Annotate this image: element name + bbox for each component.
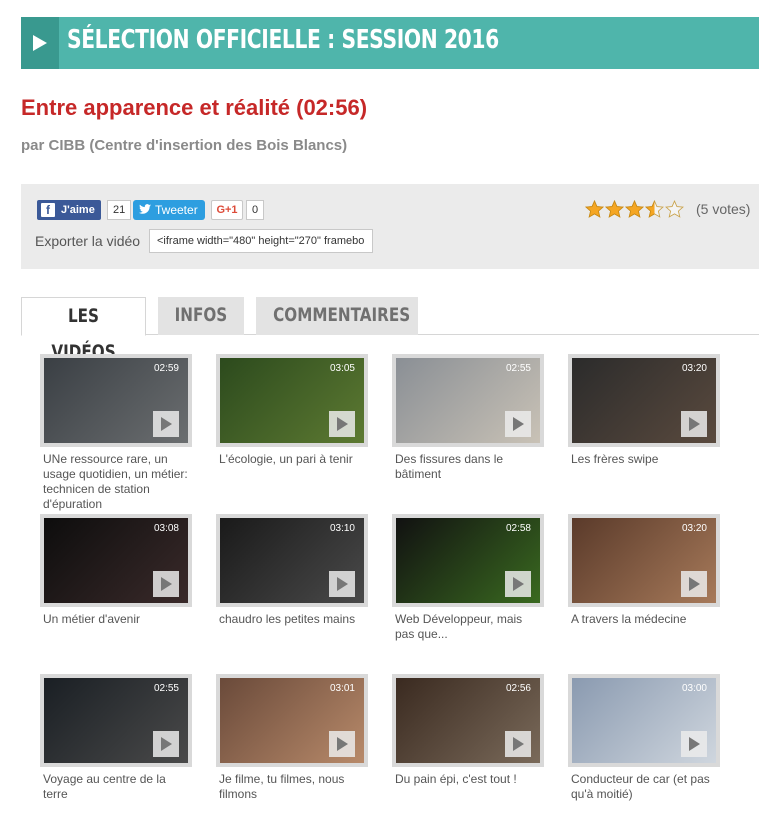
tab-commentaires[interactable]: COMMENTAIRES: [256, 297, 418, 335]
share-bar: f J'aime 21 Tweeter G+1 0 Exporter la vi…: [21, 184, 759, 269]
star-icon[interactable]: [585, 200, 604, 218]
thumbnail-image: 03:08: [44, 518, 188, 603]
play-icon[interactable]: [329, 571, 355, 597]
thumbnail-image: 02:58: [396, 518, 540, 603]
tab-infos[interactable]: INFOS: [158, 297, 244, 335]
thumbnail-image: 02:55: [396, 358, 540, 443]
thumbnail-image: 03:20: [572, 518, 716, 603]
video-title-link[interactable]: Conducteur de car (et pas qu'à moitié): [571, 772, 717, 802]
play-icon[interactable]: [153, 571, 179, 597]
play-icon[interactable]: [505, 571, 531, 597]
video-thumbnail[interactable]: 03:20: [568, 514, 720, 607]
play-icon: [21, 17, 59, 69]
rating-stars[interactable]: [585, 200, 684, 218]
thumbnail-image: 03:00: [572, 678, 716, 763]
google-plus-count: 0: [246, 200, 265, 220]
export-embed-code-input[interactable]: [149, 229, 373, 253]
video-duration: 02:55: [505, 363, 531, 374]
video-thumbnail[interactable]: 03:08: [40, 514, 192, 607]
video-duration: 03:20: [681, 523, 707, 534]
facebook-like-count: 21: [107, 200, 132, 220]
facebook-like-button[interactable]: f J'aime: [37, 200, 101, 220]
video-duration: 02:55: [153, 683, 179, 694]
thumbnail-image: 03:20: [572, 358, 716, 443]
play-icon[interactable]: [505, 731, 531, 757]
video-thumbnail[interactable]: 03:10: [216, 514, 368, 607]
star-icon[interactable]: [605, 200, 624, 218]
tweet-button[interactable]: Tweeter: [133, 200, 205, 220]
video-title-link[interactable]: Les frères swipe: [571, 452, 717, 467]
video-duration: 03:01: [329, 683, 355, 694]
video-thumbnail[interactable]: 02:56: [392, 674, 544, 767]
video-thumbnail[interactable]: 03:01: [216, 674, 368, 767]
thumbnail-image: 02:56: [396, 678, 540, 763]
video-title-link[interactable]: Des fissures dans le bâtiment: [395, 452, 541, 482]
video-title-link[interactable]: A travers la médecine: [571, 612, 717, 627]
export-label: Exporter la vidéo: [35, 233, 141, 249]
play-icon[interactable]: [505, 411, 531, 437]
facebook-icon: f: [41, 203, 55, 217]
video-title-link[interactable]: Web Développeur, mais pas que...: [395, 612, 541, 642]
video-duration: 03:05: [329, 363, 355, 374]
rating: (5 votes): [585, 200, 750, 218]
video-title-link[interactable]: L'écologie, un pari à tenir: [219, 452, 365, 467]
video-thumbnail[interactable]: 03:20: [568, 354, 720, 447]
video-title-link[interactable]: UNe ressource rare, un usage quotidien, …: [43, 452, 189, 512]
tab-label: COMMENTAIRES: [273, 304, 411, 326]
video-duration: 03:10: [329, 523, 355, 534]
video-title-link[interactable]: Je filme, tu filmes, nous filmons: [219, 772, 365, 802]
video-thumbnail[interactable]: 02:55: [392, 354, 544, 447]
video-title-link[interactable]: chaudro les petites mains: [219, 612, 365, 627]
play-icon[interactable]: [329, 731, 355, 757]
play-icon[interactable]: [329, 411, 355, 437]
thumbnail-image: 03:01: [220, 678, 364, 763]
banner-title: SÉLECTION OFFICIELLE : SESSION 2016: [67, 25, 499, 55]
star-icon[interactable]: [625, 200, 644, 218]
video-thumbnail[interactable]: 03:05: [216, 354, 368, 447]
video-thumbnail[interactable]: 02:59: [40, 354, 192, 447]
tweet-label: Tweeter: [155, 203, 198, 217]
google-plus-button[interactable]: G+1: [211, 200, 243, 220]
tab-label: INFOS: [174, 304, 228, 326]
video-title-link[interactable]: Voyage au centre de la terre: [43, 772, 189, 802]
section-banner: SÉLECTION OFFICIELLE : SESSION 2016: [21, 17, 759, 69]
video-duration: 03:00: [681, 683, 707, 694]
tab-les-videos[interactable]: LES VIDÉOS: [21, 297, 146, 363]
video-thumbnail[interactable]: 03:00: [568, 674, 720, 767]
thumbnail-image: 03:05: [220, 358, 364, 443]
thumbnail-image: 03:10: [220, 518, 364, 603]
star-icon[interactable]: [645, 200, 664, 218]
video-thumbnail[interactable]: 02:55: [40, 674, 192, 767]
video-duration: 02:58: [505, 523, 531, 534]
video-duration: 02:59: [153, 363, 179, 374]
play-icon[interactable]: [681, 571, 707, 597]
video-title-link[interactable]: Un métier d'avenir: [43, 612, 189, 627]
thumbnail-image: 02:55: [44, 678, 188, 763]
play-icon[interactable]: [153, 731, 179, 757]
video-duration: 03:20: [681, 363, 707, 374]
votes-count: (5 votes): [696, 201, 751, 217]
play-icon[interactable]: [153, 411, 179, 437]
video-author: par CIBB (Centre d'insertion des Bois Bl…: [21, 137, 348, 154]
play-icon[interactable]: [681, 411, 707, 437]
tabs-bar: LES VIDÉOS INFOS COMMENTAIRES: [21, 297, 759, 363]
video-title-link[interactable]: Du pain épi, c'est tout !: [395, 772, 541, 787]
twitter-bird-icon: [139, 204, 151, 214]
video-thumbnail[interactable]: 02:58: [392, 514, 544, 607]
video-title: Entre apparence et réalité (02:56): [21, 95, 368, 120]
thumbnail-image: 02:59: [44, 358, 188, 443]
video-duration: 03:08: [153, 523, 179, 534]
video-duration: 02:56: [505, 683, 531, 694]
facebook-like-label: J'aime: [61, 204, 95, 216]
play-icon[interactable]: [681, 731, 707, 757]
star-icon[interactable]: [665, 200, 684, 218]
